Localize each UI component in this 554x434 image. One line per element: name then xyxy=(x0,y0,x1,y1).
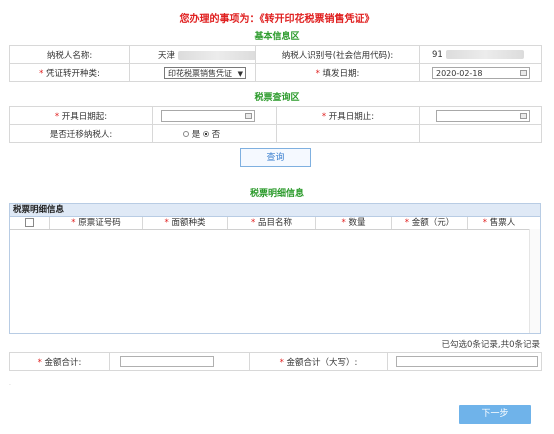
migrated-label: 是否迁移纳税人: xyxy=(9,124,153,143)
taxpayer-name-value: 天津 xyxy=(158,50,176,61)
end-date-input[interactable] xyxy=(436,109,530,122)
start-date-label: 开具日期起: xyxy=(61,111,108,122)
voucher-type-cell: 印花税票销售凭证 ▼ xyxy=(129,63,256,82)
taxpayer-name-cell: 天津 xyxy=(129,45,256,64)
summary-table: * 金额合计: * 金额合计（大写）: xyxy=(9,352,542,371)
fill-date-value: 2020-02-18 xyxy=(436,68,483,78)
end-date-cell xyxy=(419,106,542,125)
fill-date-label-cell: * 填发日期: xyxy=(255,63,420,82)
col-quantity[interactable]: * 数量 xyxy=(316,217,392,229)
taxpayer-id-value: 91 xyxy=(432,49,443,60)
redacted-name xyxy=(177,50,255,60)
total-label-cell: * 金额合计: xyxy=(9,352,110,371)
calendar-icon[interactable] xyxy=(520,69,527,76)
total-cell xyxy=(109,352,250,371)
select-all-cell xyxy=(10,217,50,229)
col-label: 售票人 xyxy=(489,218,516,228)
start-date-label-cell: * 开具日期起: xyxy=(9,106,153,125)
calendar-icon[interactable] xyxy=(520,112,527,119)
end-date-label: 开具日期止: xyxy=(328,111,375,122)
empty-cell xyxy=(276,124,420,143)
fill-date-cell: 2020-02-18 xyxy=(419,63,542,82)
col-original-number[interactable]: * 原票证号码 xyxy=(50,217,143,229)
migrated-cell: 是 否 xyxy=(152,124,277,143)
col-label: 金额（元） xyxy=(411,218,455,228)
total-upper-label: 金额合计（大写）: xyxy=(286,357,358,368)
fill-date-input[interactable]: 2020-02-18 xyxy=(432,66,530,79)
divider-dot: · xyxy=(9,382,11,389)
col-label: 数量 xyxy=(348,218,366,228)
voucher-type-select[interactable]: 印花税票销售凭证 ▼ xyxy=(164,66,246,79)
detail-grid: 税票明细信息 * 原票证号码 * 面额种类 * 品目名称 * 数量 * 金额（元… xyxy=(9,203,541,334)
col-denomination[interactable]: * 面额种类 xyxy=(143,217,228,229)
col-item-name[interactable]: * 品目名称 xyxy=(228,217,316,229)
basic-info-table: 纳税人名称: 天津 纳税人识别号(社会信用代码): 91 * 凭证转开种类: 印… xyxy=(9,45,542,82)
page-title: 您办理的事项为：《转开印花税票销售凭证》 xyxy=(179,14,375,25)
no-label: 否 xyxy=(211,129,221,140)
grid-header: * 原票证号码 * 面额种类 * 品目名称 * 数量 * 金额（元） * 售票人 xyxy=(10,217,540,230)
col-label: 原票证号码 xyxy=(78,218,121,228)
basic-section-title: 基本信息区 xyxy=(254,32,300,42)
query-button[interactable]: 查询 xyxy=(240,148,311,167)
col-amount[interactable]: * 金额（元） xyxy=(392,217,468,229)
chevron-down-icon: ▼ xyxy=(237,69,243,78)
radio-no[interactable] xyxy=(202,131,209,137)
taxpayer-name-label: 纳税人名称: xyxy=(9,45,130,64)
empty-cell xyxy=(419,124,542,143)
taxpayer-id-label: 纳税人识别号(社会信用代码): xyxy=(255,45,420,64)
total-label: 金额合计: xyxy=(44,357,82,368)
total-upper-input[interactable] xyxy=(396,356,538,367)
start-date-input[interactable] xyxy=(161,109,255,122)
calendar-icon[interactable] xyxy=(245,112,252,119)
yes-label: 是 xyxy=(191,129,201,140)
start-date-cell xyxy=(152,106,277,125)
select-all-checkbox[interactable] xyxy=(25,218,34,227)
fill-date-label: 填发日期: xyxy=(322,68,360,79)
grid-title: 税票明细信息 xyxy=(10,204,540,217)
query-section-title: 税票查询区 xyxy=(254,93,300,103)
redacted-id xyxy=(445,49,524,59)
grid-scrollbar[interactable] xyxy=(529,229,540,333)
taxpayer-id-cell: 91 xyxy=(419,45,542,64)
query-table: * 开具日期起: * 开具日期止: 是否迁移纳税人: 是 否 xyxy=(9,106,542,143)
voucher-type-label-cell: * 凭证转开种类: xyxy=(9,63,130,82)
detail-section-title: 税票明细信息 xyxy=(249,189,304,199)
next-button[interactable]: 下一步 xyxy=(459,405,531,424)
col-label: 面额种类 xyxy=(171,218,206,228)
total-upper-cell xyxy=(387,352,542,371)
col-label: 品目名称 xyxy=(257,218,292,228)
voucher-type-value: 印花税票销售凭证 xyxy=(168,68,232,78)
radio-yes[interactable] xyxy=(183,131,189,137)
end-date-label-cell: * 开具日期止: xyxy=(276,106,420,125)
col-seller[interactable]: * 售票人 xyxy=(468,217,530,229)
voucher-type-label: 凭证转开种类: xyxy=(46,68,100,79)
pager-text: 已勾选0条记录,共0条记录 xyxy=(441,340,540,350)
total-input[interactable] xyxy=(120,356,214,367)
total-upper-label-cell: * 金额合计（大写）: xyxy=(249,352,388,371)
